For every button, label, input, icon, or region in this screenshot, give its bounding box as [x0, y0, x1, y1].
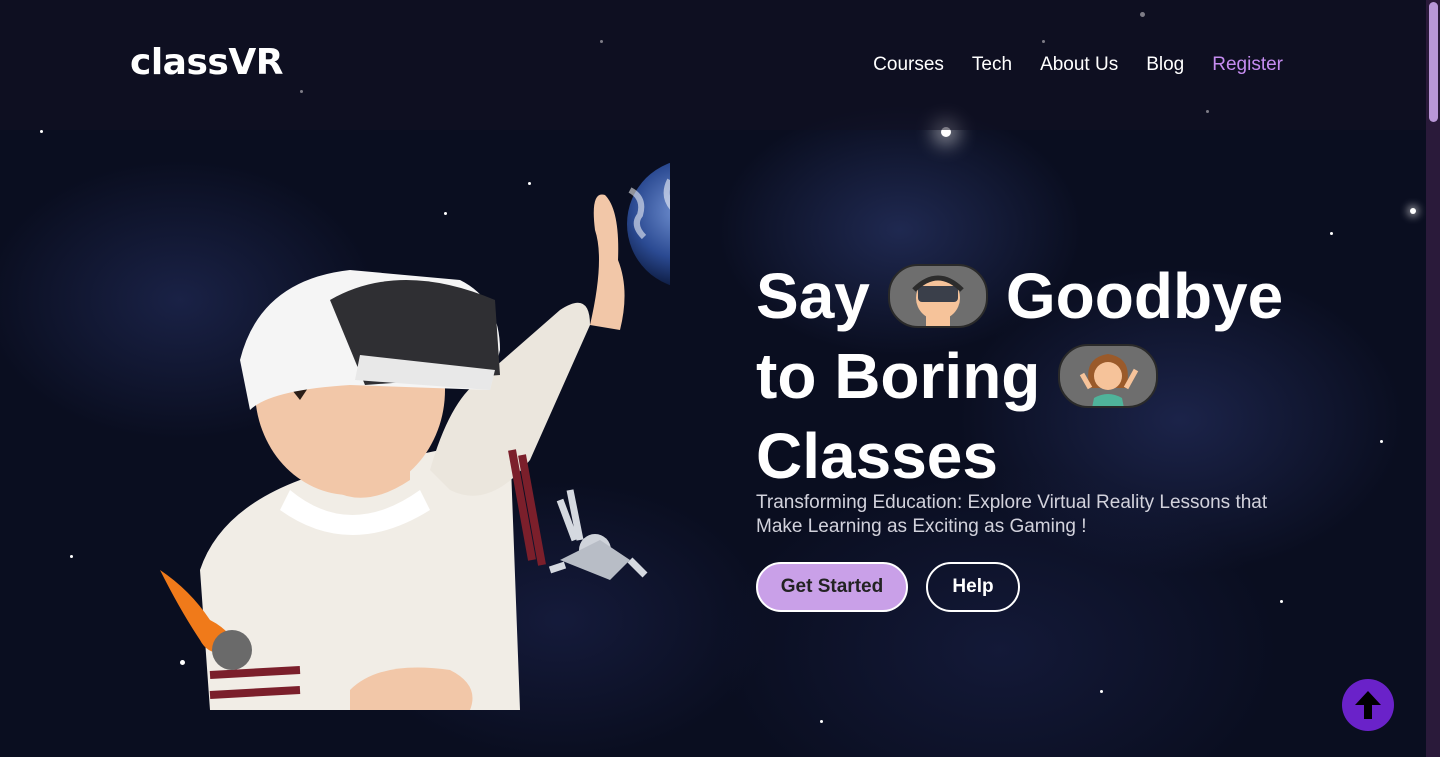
- vr-headset-avatar-icon: [887, 264, 988, 328]
- arrow-up-icon: [1355, 691, 1381, 719]
- nav-tech[interactable]: Tech: [972, 54, 1012, 76]
- logo[interactable]: classVR: [130, 42, 283, 83]
- cheering-girl-avatar-icon: [1058, 344, 1159, 408]
- hero-title: Say Goodbye to Boring Classes: [756, 256, 1356, 496]
- nav-about-us[interactable]: About Us: [1040, 54, 1118, 76]
- earth-icon: [627, 162, 670, 286]
- site-header: classVR Courses Tech About Us Blog Regis…: [0, 0, 1426, 130]
- scrollbar-thumb[interactable]: [1429, 2, 1438, 122]
- help-button[interactable]: Help: [926, 562, 1020, 612]
- title-say: Say: [756, 260, 870, 332]
- nav-blog[interactable]: Blog: [1146, 54, 1184, 76]
- title-goodbye: Goodbye: [1005, 260, 1284, 332]
- get-started-button[interactable]: Get Started: [756, 562, 908, 612]
- title-to-boring: to Boring: [756, 340, 1041, 412]
- nav-courses[interactable]: Courses: [873, 54, 944, 76]
- astronaut-icon: [548, 489, 648, 580]
- hero-illustration: [160, 162, 670, 710]
- page-scrollbar[interactable]: [1426, 0, 1440, 757]
- hero-subtitle: Transforming Education: Explore Virtual …: [756, 492, 1268, 537]
- main-nav: Courses Tech About Us Blog Register: [873, 54, 1283, 76]
- nav-register[interactable]: Register: [1212, 54, 1283, 76]
- scroll-to-top-button[interactable]: [1342, 679, 1394, 731]
- title-classes: Classes: [756, 420, 998, 492]
